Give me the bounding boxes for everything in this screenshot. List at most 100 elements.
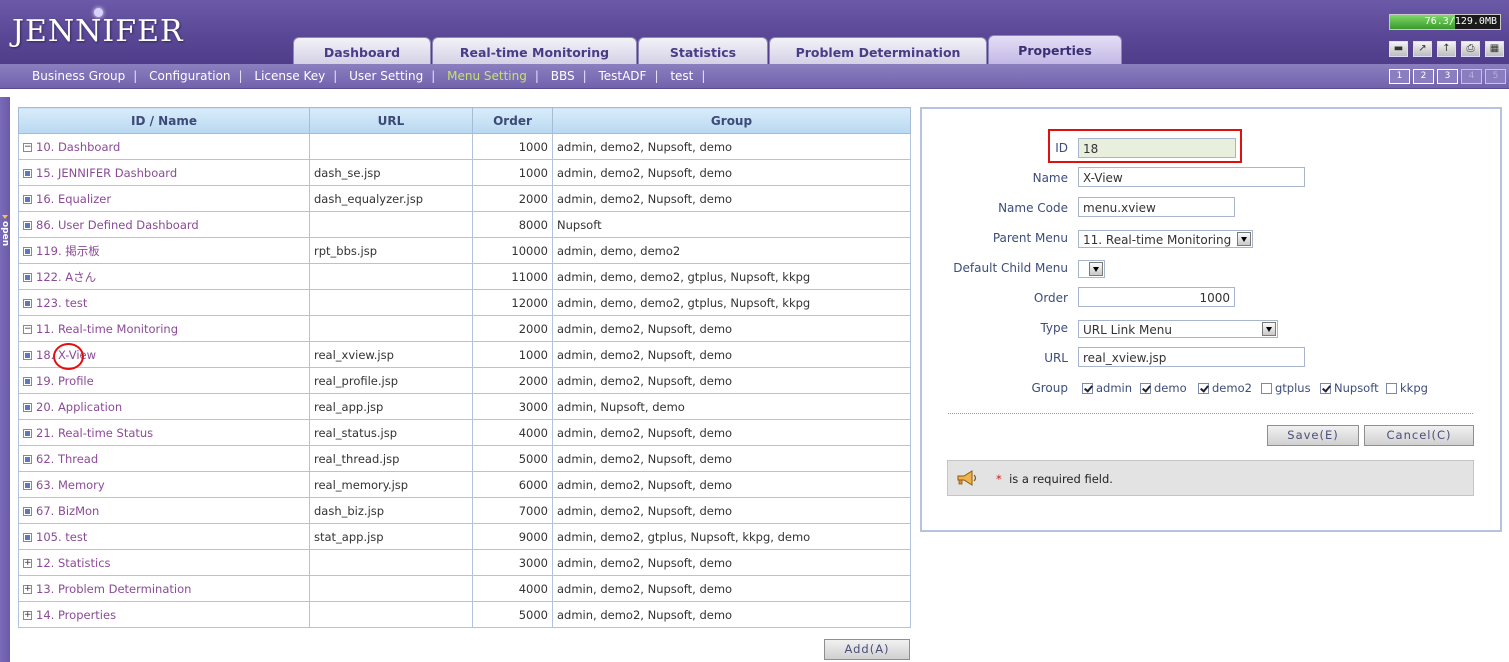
table-row[interactable]: 15. JENNIFER Dashboard dash_se.jsp 1000 adm… xyxy=(18,159,911,186)
collapse-icon[interactable] xyxy=(23,322,32,336)
cell-group: admin, demo2, Nupsoft, demo xyxy=(552,549,911,576)
submenu-business-group[interactable]: Business Group xyxy=(24,69,133,83)
add-button[interactable]: Add(A) xyxy=(824,639,910,660)
menu-item-link[interactable]: 86. User Defined Dashboard xyxy=(36,218,199,232)
menu-item-link[interactable]: 10. Dashboard xyxy=(36,140,120,154)
table-row[interactable]: 19. Profile real_profile.jsp 2000 admin, de… xyxy=(18,367,911,394)
calculator-icon[interactable]: ▦ xyxy=(1485,41,1504,57)
table-row[interactable]: 18. X-View real_xview.jsp 1000 admin, demo2… xyxy=(18,341,911,368)
table-row[interactable]: 63. Memory real_memory.jsp 6000 admin, demo… xyxy=(18,471,911,498)
menu-item-link[interactable]: 19. Profile xyxy=(36,374,94,388)
cell-id-name: 20. Application xyxy=(18,393,310,420)
expand-icon[interactable] xyxy=(23,556,32,570)
submenu-license-key[interactable]: License Key xyxy=(246,69,333,83)
checkbox-demo2[interactable] xyxy=(1198,383,1209,394)
cancel-button[interactable]: Cancel(C) xyxy=(1364,425,1474,446)
jennifer-logo[interactable]: JENNIFER xyxy=(12,14,184,49)
menu-item-link[interactable]: 14. Properties xyxy=(36,608,116,622)
tab-properties[interactable]: Properties xyxy=(988,35,1122,64)
expand-icon[interactable] xyxy=(23,582,32,596)
order-field[interactable]: 1000 xyxy=(1078,287,1235,307)
menu-item-link[interactable]: 63. Memory xyxy=(36,478,105,492)
page-button-3[interactable]: 3 xyxy=(1437,69,1458,84)
table-row[interactable]: 67. BizMon dash_biz.jsp 7000 admin, demo2, … xyxy=(18,497,911,524)
group-option-demo[interactable]: demo xyxy=(1140,381,1187,395)
group-option-kkpg[interactable]: kkpg xyxy=(1386,381,1428,395)
checkbox-admin[interactable] xyxy=(1082,383,1093,394)
cell-url: dash_equalyzer.jsp xyxy=(309,185,473,212)
checkbox-gtplus[interactable] xyxy=(1261,383,1272,394)
checkbox-demo[interactable] xyxy=(1140,383,1151,394)
menu-item-link[interactable]: 18. X-View xyxy=(36,348,96,362)
print-icon[interactable]: ⎙ xyxy=(1461,41,1480,57)
menu-item-link[interactable]: 123. test xyxy=(36,296,87,310)
menu-item-link[interactable]: 105. test xyxy=(36,530,87,544)
menu-item-link[interactable]: 67. BizMon xyxy=(36,504,99,518)
tab-real-time-monitoring[interactable]: Real-time Monitoring xyxy=(432,37,637,64)
table-row[interactable]: 13. Problem Determination 4000admin, demo… xyxy=(18,575,911,602)
submenu-configuration[interactable]: Configuration xyxy=(141,69,238,83)
table-row[interactable]: 12. Statistics 3000admin, demo2, Nupsoft,… xyxy=(18,549,911,576)
menu-item-link[interactable]: 119. 掲示板 xyxy=(36,244,100,258)
group-option-demo2[interactable]: demo2 xyxy=(1198,381,1252,395)
tab-dashboard[interactable]: Dashboard xyxy=(293,37,431,64)
submenu-testadf[interactable]: TestADF xyxy=(590,69,654,83)
table-row[interactable]: 122. Aさん 11000 admin, demo, demo2, gtplus,… xyxy=(18,263,911,290)
name-field[interactable]: X-View xyxy=(1078,167,1305,187)
upload-icon[interactable]: ↑ xyxy=(1437,41,1456,57)
table-row[interactable]: 105. test stat_app.jsp 9000 admin, demo2, g… xyxy=(18,523,911,550)
table-row[interactable]: 21. Real-time Status real_status.jsp 4000 a… xyxy=(18,419,911,446)
table-row[interactable]: 62. Thread real_thread.jsp 5000 admin, demo… xyxy=(18,445,911,472)
leaf-node-icon xyxy=(23,246,32,256)
cell-url: real_memory.jsp xyxy=(309,471,473,498)
column-header-url: URL xyxy=(309,107,473,134)
menu-item-link[interactable]: 21. Real-time Status xyxy=(36,426,153,440)
url-field[interactable]: real_xview.jsp xyxy=(1078,347,1305,367)
cell-order: 2000 xyxy=(472,185,553,212)
table-row[interactable]: 119. 掲示板 rpt_bbs.jsp 10000 admin, demo, dem… xyxy=(18,237,911,264)
page-button-1[interactable]: 1 xyxy=(1389,69,1410,84)
tab-problem-determination[interactable]: Problem Determination xyxy=(769,37,987,64)
parent-menu-select[interactable]: 11. Real-time Monitoring xyxy=(1078,230,1253,248)
submenu-bbs[interactable]: BBS xyxy=(543,69,583,83)
menu-item-link[interactable]: 11. Real-time Monitoring xyxy=(36,322,178,336)
group-option-nupsoft[interactable]: Nupsoft xyxy=(1320,381,1379,395)
group-option-gtplus[interactable]: gtplus xyxy=(1261,381,1311,395)
checkbox-nupsoft[interactable] xyxy=(1320,383,1331,394)
table-row[interactable]: 11. Real-time Monitoring 2000admin, demo2… xyxy=(18,315,911,342)
table-row[interactable]: 86. User Defined Dashboard 8000 Nupsoft xyxy=(18,211,911,238)
url-label: URL xyxy=(1044,351,1068,365)
default-child-menu-select[interactable] xyxy=(1078,260,1105,278)
table-row[interactable]: 20. Application real_app.jsp 3000 admin, Nu… xyxy=(18,393,911,420)
name-label: Name xyxy=(1032,171,1068,185)
menu-item-link[interactable]: 20. Application xyxy=(36,400,122,414)
submenu-menu-setting[interactable]: Menu Setting xyxy=(439,69,535,83)
expand-icon[interactable] xyxy=(23,608,32,622)
page-button-2[interactable]: 2 xyxy=(1413,69,1434,84)
popup-icon[interactable]: ↗ xyxy=(1413,41,1432,57)
tab-statistics[interactable]: Statistics xyxy=(638,37,768,64)
menu-item-link[interactable]: 13. Problem Determination xyxy=(36,582,191,596)
app-header: JENNIFER 76.3/129.0MB ▬ ↗ ↑ ⎙ ▦ Dashboar… xyxy=(0,0,1509,64)
minimize-icon[interactable]: ▬ xyxy=(1389,41,1408,57)
table-row[interactable]: 123. test 12000 admin, demo, demo2, gtplus… xyxy=(18,289,911,316)
group-option-admin[interactable]: admin xyxy=(1082,381,1132,395)
submenu-user-setting[interactable]: User Setting xyxy=(341,69,431,83)
checkbox-kkpg[interactable] xyxy=(1386,383,1397,394)
menu-item-link[interactable]: 122. Aさん xyxy=(36,270,96,284)
menu-item-link[interactable]: 16. Equalizer xyxy=(36,192,111,206)
menu-item-link[interactable]: 15. JENNIFER Dashboard xyxy=(36,166,177,180)
leaf-node-icon xyxy=(23,298,32,308)
side-open-tab[interactable]: open xyxy=(0,97,10,662)
collapse-icon[interactable] xyxy=(23,140,32,154)
submenu-test[interactable]: test xyxy=(662,69,701,83)
table-row[interactable]: 14. Properties 5000admin, demo2, Nupsoft,… xyxy=(18,601,911,628)
cell-group: admin, demo2, Nupsoft, demo xyxy=(552,185,911,212)
table-row[interactable]: 10. Dashboard 1000admin, demo2, Nupsoft, … xyxy=(18,133,911,160)
name-code-field[interactable]: menu.xview xyxy=(1078,197,1235,217)
table-row[interactable]: 16. Equalizer dash_equalyzer.jsp 2000 admin… xyxy=(18,185,911,212)
menu-item-link[interactable]: 62. Thread xyxy=(36,452,98,466)
menu-item-link[interactable]: 12. Statistics xyxy=(36,556,111,570)
save-button[interactable]: Save(E) xyxy=(1267,425,1359,446)
type-select[interactable]: URL Link Menu xyxy=(1078,320,1278,338)
